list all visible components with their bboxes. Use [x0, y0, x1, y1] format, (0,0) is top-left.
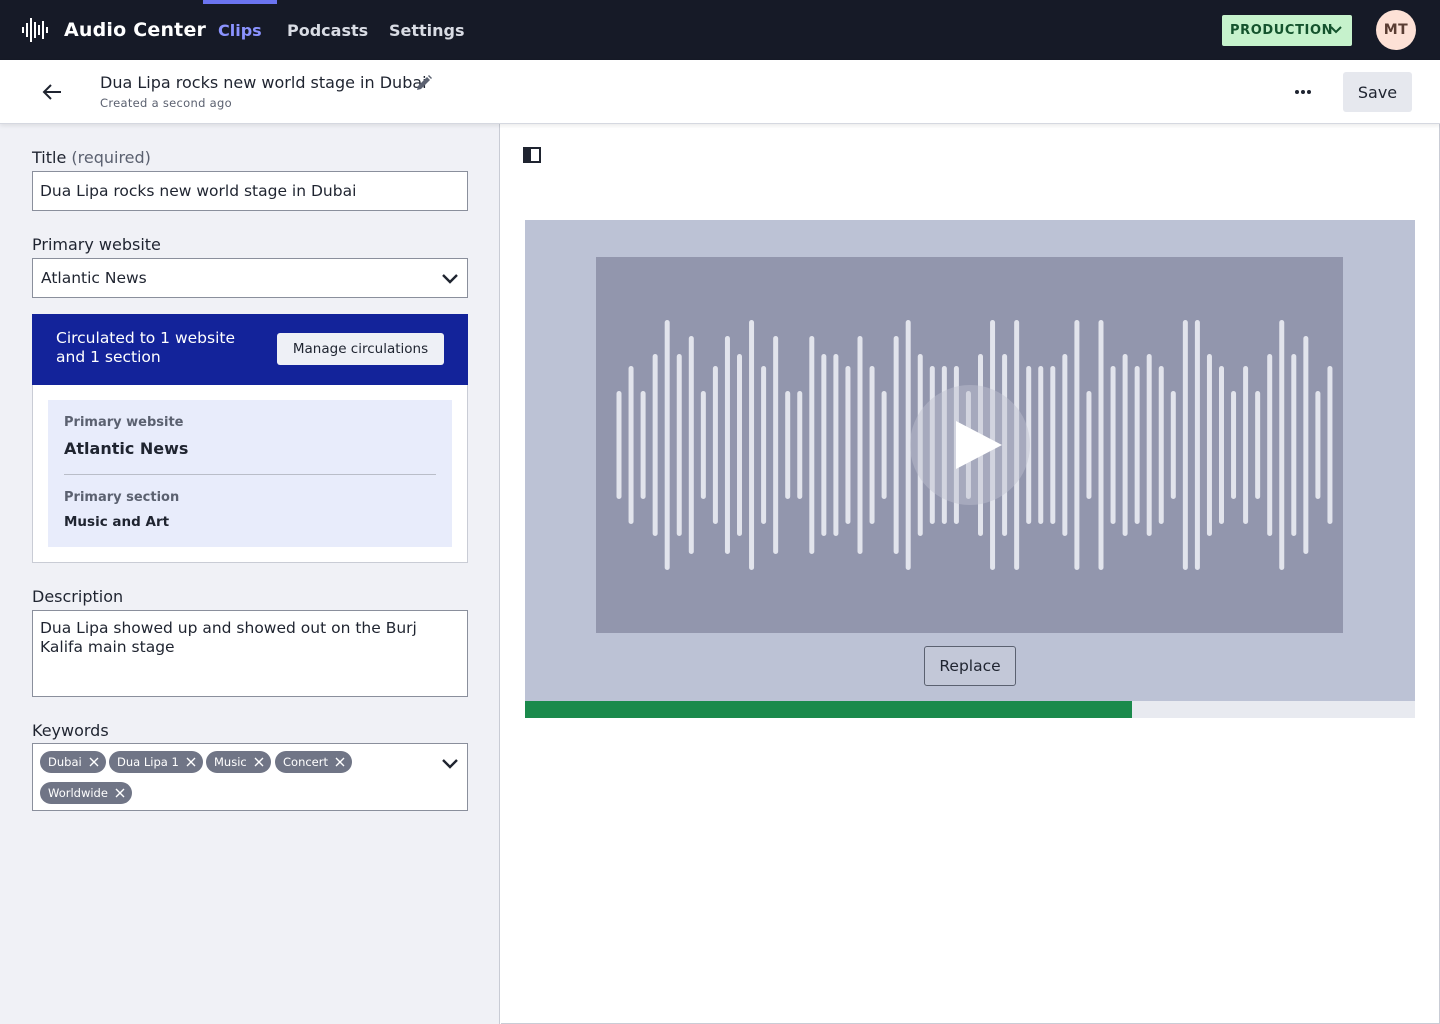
created-timestamp: Created a second ago: [100, 96, 232, 110]
circulation-summary-bar: Circulated to 1 website and 1 section Ma…: [32, 314, 468, 385]
arrow-left-icon: [42, 84, 61, 100]
close-icon[interactable]: [112, 785, 128, 801]
tab-clips[interactable]: Clips: [203, 0, 277, 60]
play-button[interactable]: [910, 385, 1030, 505]
sidebar-toggle-icon: [523, 147, 541, 163]
primary-website-value: Atlantic News: [41, 269, 147, 287]
keywords-label: Keywords: [32, 721, 109, 740]
keyword-chip: Concert: [275, 751, 352, 773]
app-brand[interactable]: Audio Center: [22, 17, 206, 43]
keyword-chip: Dua Lipa 1: [109, 751, 203, 773]
circulation-summary: Circulated to 1 website and 1 section: [56, 329, 236, 366]
tab-settings[interactable]: Settings: [389, 0, 465, 60]
keyword-chip: Worldwide: [40, 782, 132, 804]
chevron-down-icon: [1330, 26, 1342, 34]
environment-label: PRODUCTION: [1230, 23, 1334, 38]
audio-waveform-icon: [22, 18, 48, 42]
save-button[interactable]: Save: [1343, 72, 1412, 112]
circ-section-label: Primary section: [64, 490, 180, 505]
title-field-label: Title (required): [32, 148, 151, 167]
primary-website-label: Primary website: [32, 235, 161, 254]
edit-title-button[interactable]: [415, 74, 433, 96]
back-button[interactable]: [36, 78, 68, 106]
toggle-panel-button[interactable]: [523, 147, 541, 167]
tab-podcasts[interactable]: Podcasts: [287, 0, 368, 60]
keyword-text: Music: [214, 755, 247, 769]
clip-title: Dua Lipa rocks new world stage in Dubai: [100, 73, 427, 92]
waveform-frame: [596, 257, 1343, 633]
divider: [64, 474, 436, 475]
manage-circulations-button[interactable]: Manage circulations: [277, 333, 444, 365]
title-label-text: Title: [32, 148, 67, 167]
user-avatar[interactable]: MT: [1376, 10, 1416, 50]
more-options-button[interactable]: [1285, 80, 1321, 104]
required-indicator: (required): [71, 148, 151, 167]
chevron-down-icon[interactable]: [441, 755, 459, 773]
keywords-input[interactable]: Dubai Dua Lipa 1 Music Concert Worldwide: [32, 743, 468, 811]
description-input[interactable]: Dua Lipa showed up and showed out on the…: [32, 610, 468, 697]
media-panel: Replace: [501, 124, 1440, 1024]
keyword-text: Dubai: [48, 755, 82, 769]
keyword-text: Concert: [283, 755, 328, 769]
clip-form-panel: Title (required) Primary website Atlanti…: [0, 124, 500, 1024]
circ-website-value: Atlantic News: [64, 439, 189, 458]
play-icon: [956, 421, 1002, 469]
circulation-details: Primary website Atlantic News Primary se…: [48, 400, 452, 547]
upload-progress-fill: [525, 701, 1132, 718]
upload-progress-bar: [525, 701, 1415, 718]
close-icon[interactable]: [332, 754, 348, 770]
chevron-down-icon: [442, 274, 458, 284]
close-icon[interactable]: [251, 754, 267, 770]
description-label: Description: [32, 587, 124, 606]
close-icon[interactable]: [183, 754, 199, 770]
environment-selector[interactable]: PRODUCTION: [1222, 15, 1352, 46]
close-icon[interactable]: [86, 754, 102, 770]
replace-button[interactable]: Replace: [924, 646, 1016, 686]
circulation-panel: Circulated to 1 website and 1 section Ma…: [32, 314, 468, 563]
clip-header: Dua Lipa rocks new world stage in Dubai …: [0, 60, 1440, 124]
primary-website-select[interactable]: Atlantic News: [32, 258, 468, 298]
keyword-chip: Music: [206, 751, 271, 773]
circ-website-label: Primary website: [64, 415, 184, 430]
keyword-text: Worldwide: [48, 786, 108, 800]
keyword-text: Dua Lipa 1: [117, 755, 179, 769]
title-input[interactable]: [32, 171, 468, 211]
keyword-chip: Dubai: [40, 751, 106, 773]
app-name: Audio Center: [64, 19, 207, 41]
pencil-icon: [417, 75, 432, 90]
more-horizontal-icon: [1295, 90, 1311, 94]
top-nav: Audio Center Clips Podcasts Settings PRO…: [0, 0, 1440, 60]
circ-section-value: Music and Art: [64, 514, 170, 530]
audio-preview: Replace: [525, 220, 1415, 701]
